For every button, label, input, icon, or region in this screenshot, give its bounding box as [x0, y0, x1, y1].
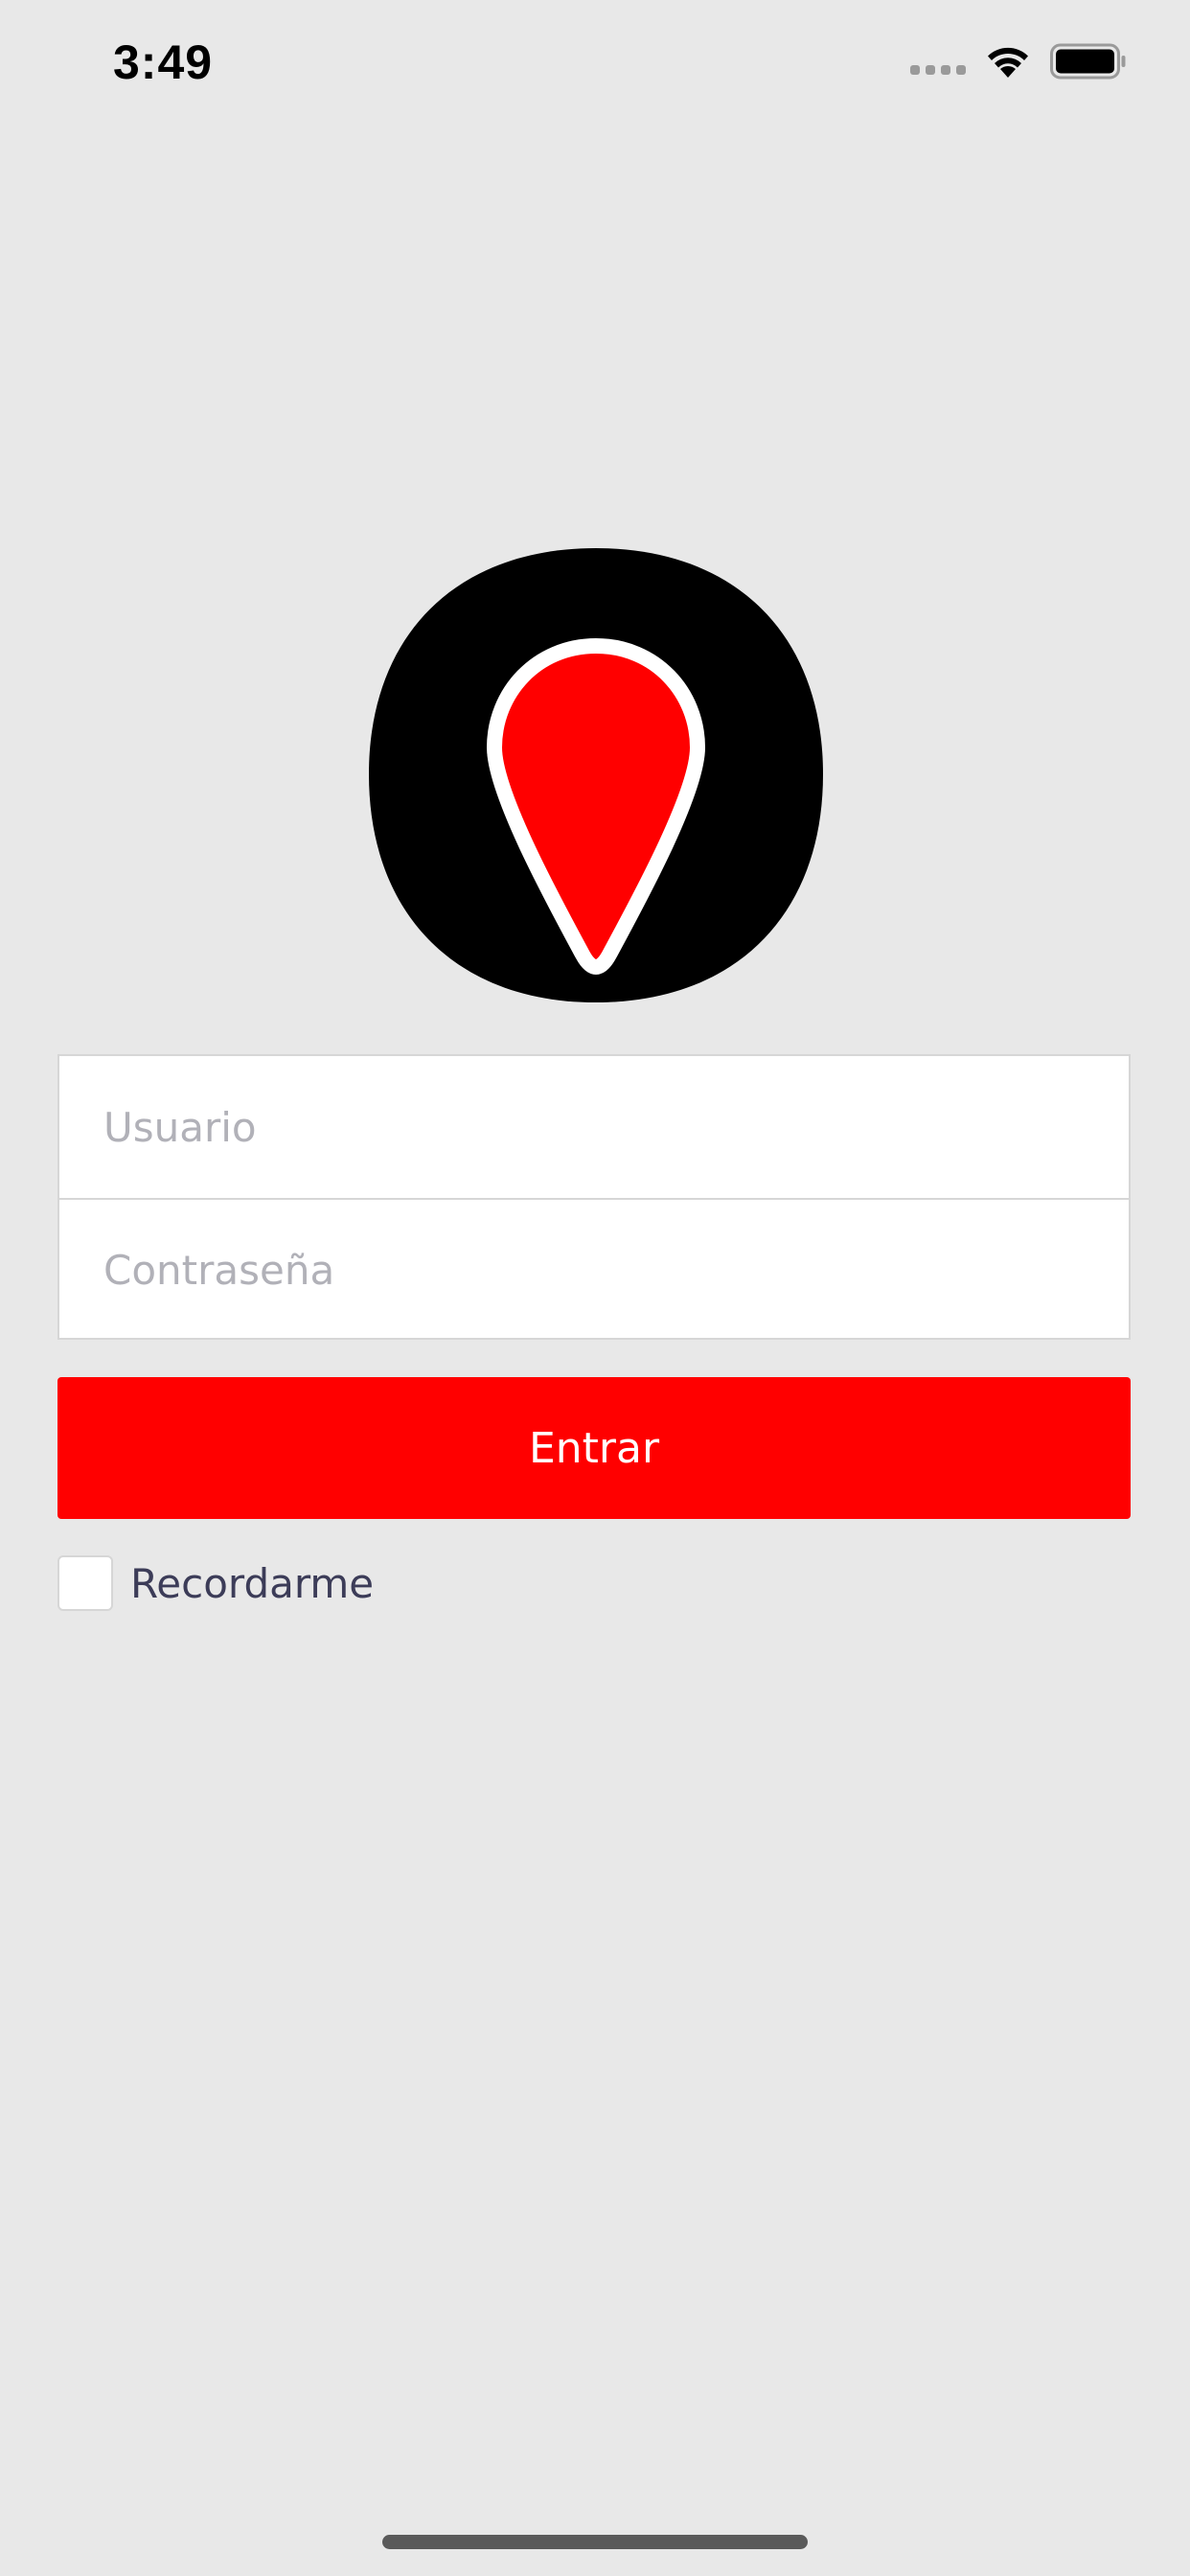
username-input[interactable]: [102, 1102, 1064, 1152]
remember-me-label: Recordarme: [130, 1559, 375, 1607]
password-row: [59, 1198, 1129, 1340]
status-time: 3:49: [113, 35, 214, 89]
home-indicator: [382, 2535, 808, 2549]
login-button[interactable]: Entrar: [57, 1377, 1131, 1519]
wifi-icon: [988, 47, 1028, 78]
login-form: [57, 1054, 1131, 1340]
remember-me[interactable]: Recordarme: [57, 1554, 374, 1612]
status-bar: 3:49: [0, 0, 1190, 134]
username-row: [59, 1056, 1129, 1198]
status-icons: [910, 42, 1127, 80]
signal-dots-icon: [910, 42, 966, 80]
battery-icon: [1050, 43, 1126, 80]
app-logo: [369, 548, 823, 1002]
remember-me-checkbox[interactable]: [57, 1555, 113, 1611]
password-input[interactable]: [102, 1245, 1064, 1295]
